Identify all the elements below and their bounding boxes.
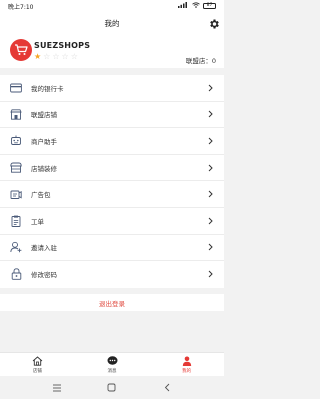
home-icon <box>31 356 43 367</box>
ad-package-icon <box>10 188 22 200</box>
invite-user-icon <box>10 241 22 253</box>
tab-label: 我的 <box>182 368 192 374</box>
menu-item-bank-card[interactable]: 我的银行卡 <box>0 75 224 102</box>
clipboard-icon <box>10 215 22 227</box>
star-icon: ☆ <box>70 52 78 61</box>
star-icon: ☆ <box>52 52 60 61</box>
bank-card-icon <box>10 82 22 94</box>
chevron-right-icon <box>206 83 214 93</box>
chevron-right-icon <box>206 242 214 252</box>
shop-decor-icon <box>10 162 22 174</box>
back-nav-icon[interactable] <box>160 381 174 395</box>
home-nav-icon[interactable] <box>105 381 119 395</box>
menu-label: 我的银行卡 <box>31 84 64 93</box>
alliance-count: 联盟店：0 <box>185 57 216 65</box>
status-icons: 87 <box>178 2 216 10</box>
star-icon: ☆ <box>61 52 69 61</box>
chevron-right-icon <box>206 136 214 146</box>
tab-bar: 店铺 消息 我的 <box>0 352 224 376</box>
battery-icon: 87 <box>203 3 216 9</box>
menu-label: 工单 <box>31 217 44 226</box>
chevron-right-icon <box>206 189 214 199</box>
profile-card[interactable]: SUEZSHOPS ★ ☆ ☆ ☆ ☆ 联盟店：0 <box>0 34 224 68</box>
tab-mine[interactable]: 我的 <box>149 353 224 376</box>
menu-item-merchant-assistant[interactable]: 商户助手 <box>0 128 224 155</box>
shop-name: SUEZSHOPS <box>34 41 91 50</box>
tab-store[interactable]: 店铺 <box>0 353 75 376</box>
menu-label: 商户助手 <box>31 137 57 146</box>
shop-logo <box>10 39 32 61</box>
gear-icon[interactable] <box>207 17 220 30</box>
menu-nav-icon[interactable] <box>50 381 64 395</box>
menu-label: 广告包 <box>31 191 51 200</box>
menu-list: 我的银行卡 联盟店铺 商户助手 店铺装修 广告包 工单 邀请入驻 修改密码 <box>0 75 224 288</box>
wifi-icon <box>192 2 200 10</box>
menu-label: 修改密码 <box>31 271 57 280</box>
star-icon: ★ <box>34 52 42 61</box>
signal-icon <box>178 2 189 10</box>
person-icon <box>181 356 193 367</box>
menu-item-ad-package[interactable]: 广告包 <box>0 181 224 208</box>
header: 我的 <box>0 12 224 34</box>
star-icon: ☆ <box>43 52 51 61</box>
menu-item-shop-decoration[interactable]: 店铺装修 <box>0 155 224 182</box>
menu-item-alliance-store[interactable]: 联盟店铺 <box>0 102 224 129</box>
menu-label: 联盟店铺 <box>31 111 57 120</box>
menu-label: 邀请入驻 <box>31 244 57 253</box>
menu-item-work-order[interactable]: 工单 <box>0 208 224 235</box>
menu-item-change-password[interactable]: 修改密码 <box>0 261 224 288</box>
status-time: 晚上7:10 <box>8 3 34 11</box>
logout-button[interactable]: 退出登录 <box>0 294 224 311</box>
tab-messages[interactable]: 消息 <box>75 353 150 376</box>
status-bar: 晚上7:10 87 <box>0 0 224 12</box>
robot-icon <box>10 135 22 147</box>
page-title: 我的 <box>104 18 120 28</box>
tab-label: 店铺 <box>32 368 42 374</box>
message-icon <box>106 356 118 367</box>
chevron-right-icon <box>206 163 214 173</box>
chevron-right-icon <box>206 269 214 279</box>
chevron-right-icon <box>206 216 214 226</box>
chevron-right-icon <box>206 109 214 119</box>
rating-stars: ★ ☆ ☆ ☆ ☆ <box>34 53 78 61</box>
lock-icon <box>10 268 22 281</box>
menu-item-invite[interactable]: 邀请入驻 <box>0 235 224 262</box>
store-icon <box>10 108 22 120</box>
tab-label: 消息 <box>107 368 117 374</box>
system-nav-bar <box>0 376 224 399</box>
menu-label: 店铺装修 <box>31 164 57 173</box>
